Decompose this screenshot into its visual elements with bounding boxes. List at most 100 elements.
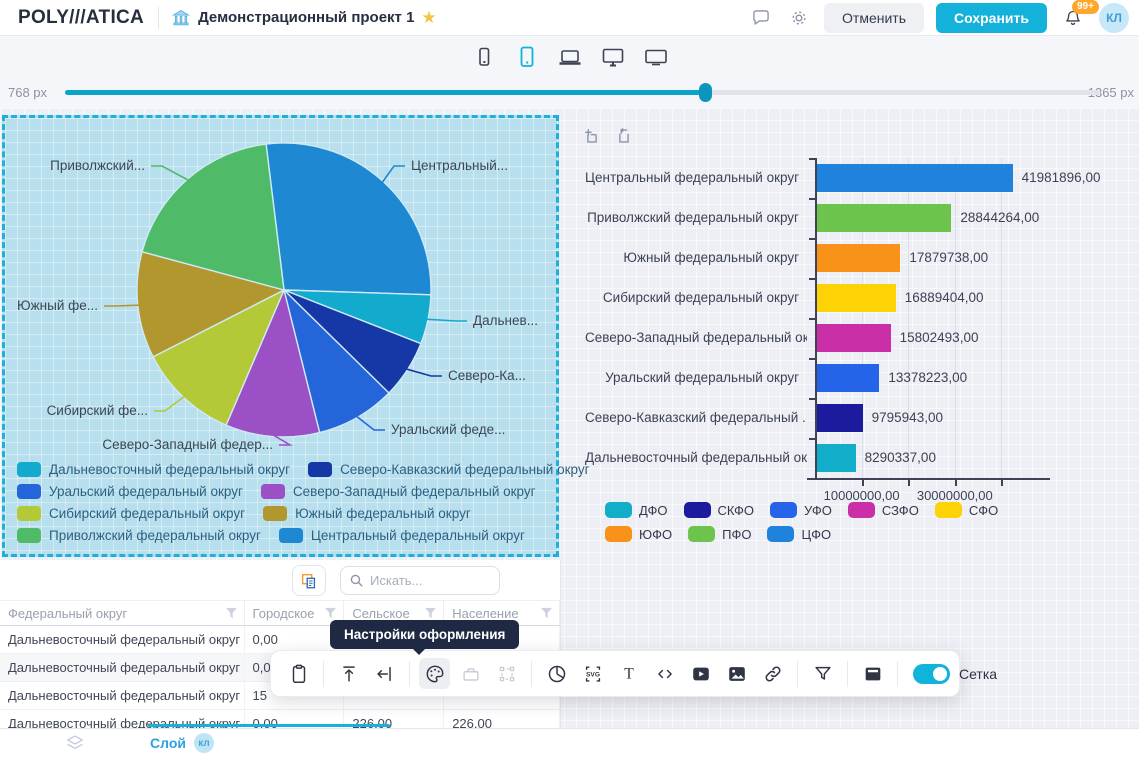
- insert-link-icon[interactable]: [757, 658, 788, 689]
- collapse-left-icon[interactable]: [369, 658, 400, 689]
- comments-icon[interactable]: [748, 5, 774, 31]
- copy-table-icon[interactable]: [292, 565, 326, 596]
- insert-image-icon[interactable]: [721, 658, 752, 689]
- column-filter-icon[interactable]: [540, 607, 553, 620]
- bar-chart[interactable]: Центральный федеральный округ41981896,00…: [585, 150, 1075, 560]
- notifications-bell-icon[interactable]: 99+: [1059, 4, 1087, 32]
- slider-min-label: 768 px: [8, 85, 47, 100]
- bar[interactable]: [817, 324, 891, 352]
- pie-slice-label: Центральный...: [411, 158, 508, 173]
- bar-legend-item[interactable]: ЦФО: [767, 526, 831, 542]
- bar[interactable]: [817, 284, 896, 312]
- column-filter-icon[interactable]: [225, 607, 238, 620]
- save-button[interactable]: Сохранить: [936, 3, 1047, 33]
- bar[interactable]: [817, 204, 951, 232]
- table-cell: Дальневосточный федеральный округ: [0, 682, 245, 709]
- device-tablet-icon[interactable]: [512, 42, 542, 72]
- device-size-bar: [0, 36, 1139, 78]
- column-filter-icon[interactable]: [324, 607, 337, 620]
- legend-label: СКФО: [718, 503, 755, 518]
- pie-legend-item[interactable]: Северо-Западный федеральный округ: [261, 484, 536, 499]
- app-logo: POLY///ATICA: [10, 7, 158, 29]
- bar-value-label: 17879738,00: [909, 238, 988, 278]
- favorite-star-icon[interactable]: ★: [421, 9, 436, 26]
- legend-label: Уральский федеральный округ: [49, 484, 243, 499]
- column-filter-icon[interactable]: [424, 607, 437, 620]
- bar[interactable]: [817, 444, 856, 472]
- pie-label-leader: [426, 319, 467, 321]
- add-frame-icon[interactable]: [581, 125, 603, 147]
- bar[interactable]: [817, 164, 1013, 192]
- legend-label: Сибирский федеральный округ: [49, 506, 245, 521]
- bar-legend-item[interactable]: ДФО: [605, 502, 668, 518]
- bar-legend-item[interactable]: ПФО: [688, 526, 751, 542]
- user-avatar[interactable]: КЛ: [1099, 3, 1129, 33]
- bar-chart-y-axis: [815, 158, 817, 478]
- pie-legend-item[interactable]: Сибирский федеральный округ: [17, 506, 245, 521]
- pie-legend-item[interactable]: Дальневосточный федеральный округ: [17, 462, 290, 477]
- pie-legend-item[interactable]: Северо-Кавказский федеральный округ: [308, 462, 589, 477]
- insert-text-icon[interactable]: T: [613, 658, 644, 689]
- bar-category-label: Северо-Кавказский федеральный ...: [585, 398, 807, 438]
- cancel-button[interactable]: Отменить: [824, 3, 924, 33]
- pie-chart[interactable]: Центральный...Дальнев...Северо-Ка...Урал…: [5, 118, 556, 458]
- legend-swatch: [848, 502, 875, 518]
- bar-legend-item[interactable]: ЮФО: [605, 526, 672, 542]
- filter-icon[interactable]: [807, 658, 838, 689]
- width-slider-handle[interactable]: [699, 83, 712, 102]
- layers-icon[interactable]: [62, 730, 88, 756]
- pie-legend-item[interactable]: Южный федеральный округ: [263, 506, 471, 521]
- search-input[interactable]: [370, 573, 491, 588]
- bar[interactable]: [817, 364, 879, 392]
- selection-frame-icon[interactable]: [491, 658, 522, 689]
- bar-legend-item[interactable]: СФО: [935, 502, 998, 518]
- grid-toggle[interactable]: [913, 664, 950, 684]
- pie-slice-label: Дальнев...: [473, 313, 538, 328]
- bar-legend-item[interactable]: УФО: [770, 502, 832, 518]
- legend-label: Южный федеральный округ: [295, 506, 471, 521]
- insert-code-icon[interactable]: [649, 658, 680, 689]
- width-slider-track[interactable]: [65, 90, 1100, 95]
- device-laptop-icon[interactable]: [555, 42, 585, 72]
- table-column-header[interactable]: Федеральный округ: [0, 601, 245, 625]
- dashboard-canvas[interactable]: Центральный...Дальнев...Северо-Ка...Урал…: [0, 108, 1139, 728]
- panel-layout-icon[interactable]: [857, 658, 888, 689]
- table-column-header[interactable]: Городское: [245, 601, 345, 625]
- table-horizontal-scrollbar[interactable]: [148, 724, 390, 727]
- project-breadcrumb: Демонстрационный проект 1 ★: [171, 8, 437, 28]
- appearance-settings-palette-icon[interactable]: [419, 658, 450, 689]
- settings-gear-icon[interactable]: [786, 5, 812, 31]
- bar-chart-row: Северо-Западный федеральный ок...1580249…: [585, 318, 1075, 358]
- bar-legend-item[interactable]: СЗФО: [848, 502, 919, 518]
- undo-step-icon[interactable]: [613, 125, 635, 147]
- x-axis-tick: [908, 480, 910, 486]
- device-phone-icon[interactable]: [469, 42, 499, 72]
- bar-value-label: 16889404,00: [905, 278, 984, 318]
- legend-swatch: [688, 526, 715, 542]
- container-box-icon[interactable]: [455, 658, 486, 689]
- search-icon: [349, 573, 364, 588]
- device-desktop-icon[interactable]: [598, 42, 628, 72]
- bar-value-label: 28844264,00: [960, 198, 1039, 238]
- legend-swatch: [17, 528, 41, 543]
- layer-tab[interactable]: Слой кл: [150, 733, 214, 753]
- bar-category-label: Дальневосточный федеральный ок...: [585, 438, 807, 478]
- insert-pie-chart-icon[interactable]: [541, 658, 572, 689]
- export-up-icon[interactable]: [333, 658, 364, 689]
- x-axis-tick: [955, 480, 957, 486]
- pie-legend-row: Сибирский федеральный округ Южный федерал…: [17, 506, 590, 521]
- insert-svg-icon[interactable]: SVG: [577, 658, 608, 689]
- pie-legend-item[interactable]: Центральный федеральный округ: [279, 528, 525, 543]
- canvas-action-icons: [581, 125, 635, 147]
- bar[interactable]: [817, 404, 863, 432]
- pie-chart-widget[interactable]: Центральный...Дальнев...Северо-Ка...Урал…: [2, 115, 559, 557]
- pie-legend-item[interactable]: Приволжский федеральный округ: [17, 528, 261, 543]
- bar-category-label: Северо-Западный федеральный ок...: [585, 318, 807, 358]
- pie-legend-item[interactable]: Уральский федеральный округ: [17, 484, 243, 499]
- insert-video-icon[interactable]: [685, 658, 716, 689]
- pie-slice[interactable]: [266, 143, 431, 295]
- bar[interactable]: [817, 244, 900, 272]
- clipboard-paste-icon[interactable]: [283, 658, 314, 689]
- device-monitor-icon[interactable]: [641, 42, 671, 72]
- bar-legend-item[interactable]: СКФО: [684, 502, 755, 518]
